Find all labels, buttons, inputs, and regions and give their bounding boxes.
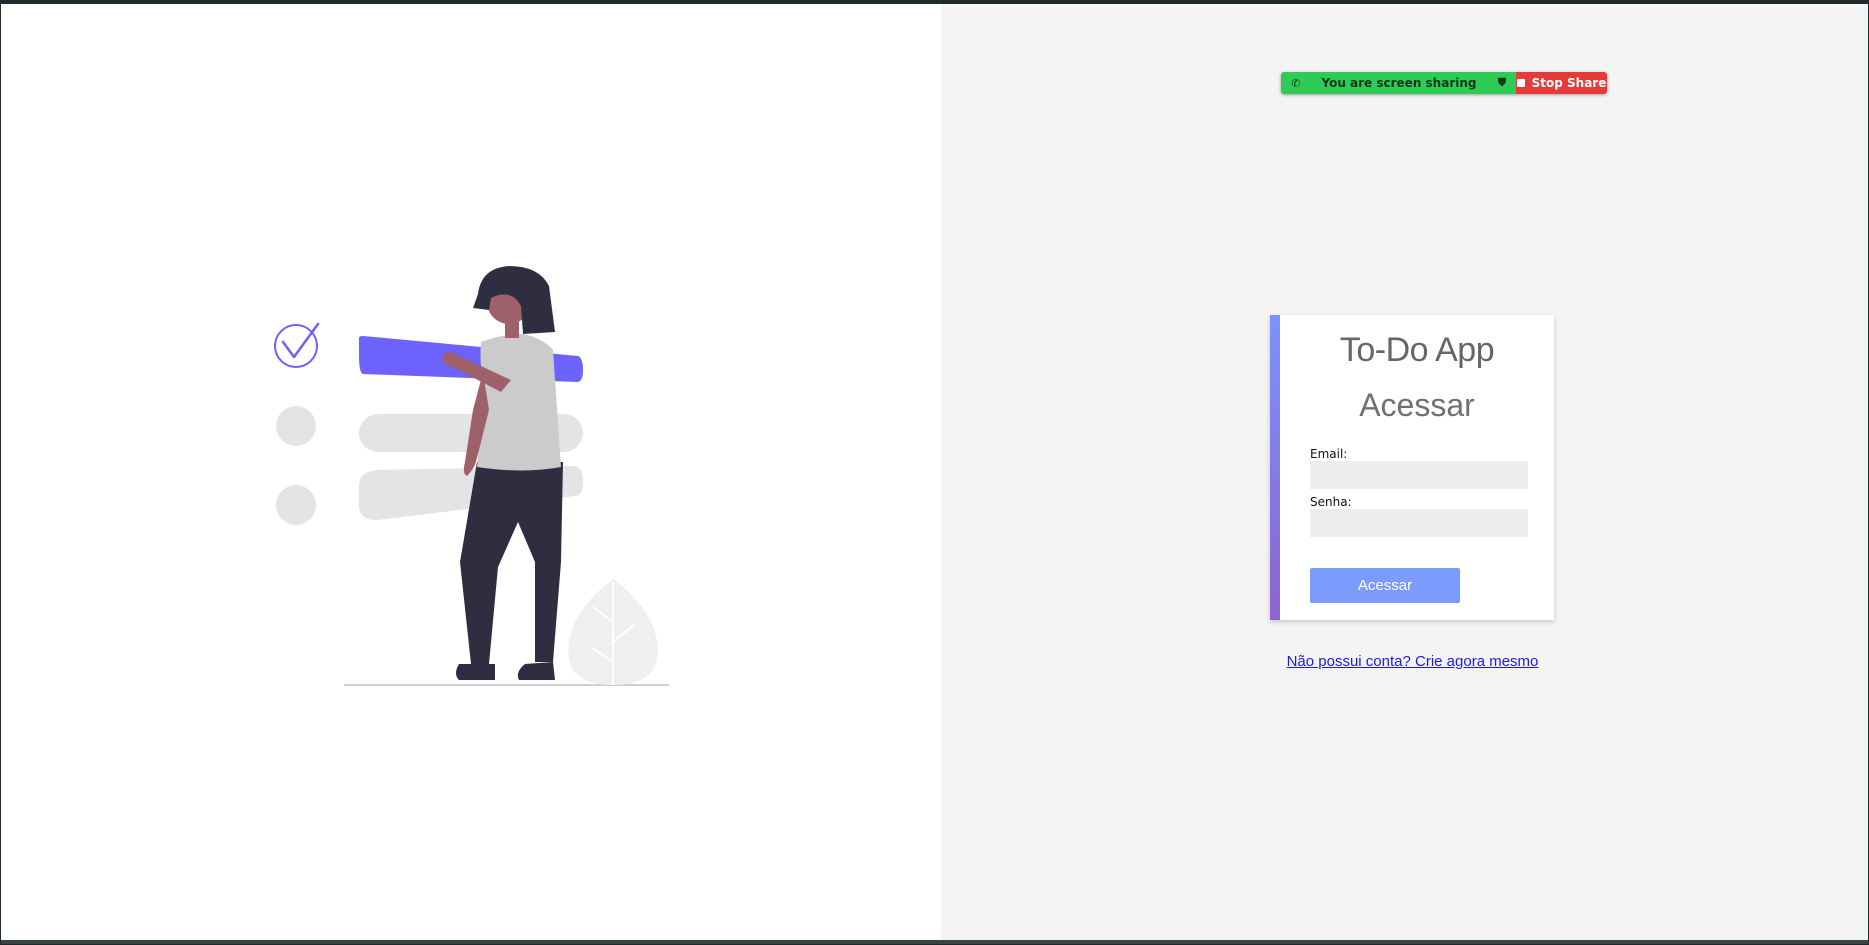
todo-illustration — [274, 266, 669, 686]
email-label: Email: — [1310, 447, 1348, 461]
share-status-text: You are screen sharing — [1321, 76, 1477, 90]
signup-link[interactable]: Não possui conta? Crie agora mesmo — [1285, 653, 1540, 670]
stop-share-label: Stop Share — [1531, 76, 1607, 90]
shield-icon: ⛊ — [1497, 76, 1507, 89]
share-status: ✆ You are screen sharing ⛊ — [1281, 72, 1516, 94]
screen-share-banner: ✆ You are screen sharing ⛊ Stop Share — [1281, 72, 1607, 94]
todo-circle-3 — [276, 485, 316, 525]
phone-icon: ✆ — [1291, 76, 1301, 90]
login-heading: Acessar — [1359, 387, 1475, 423]
login-button[interactable]: Acessar — [1310, 568, 1460, 603]
stop-share-button[interactable]: Stop Share — [1516, 72, 1607, 94]
todo-circle-2 — [276, 406, 316, 446]
plant — [568, 579, 658, 685]
card-accent-bar — [1270, 315, 1280, 620]
browser-viewport: ✆ You are screen sharing ⛊ Stop Share To… — [1, 4, 1868, 944]
stop-icon — [1516, 79, 1525, 87]
app-title: To-Do App — [1339, 331, 1495, 369]
illustration-pane — [1, 4, 941, 944]
email-field[interactable] — [1310, 461, 1528, 489]
login-card: To-Do App Acessar Email: Senha: Acessar — [1270, 315, 1554, 620]
bottom-strip — [1, 940, 1868, 944]
password-label: Senha: — [1310, 495, 1352, 509]
password-field[interactable] — [1310, 509, 1528, 537]
checkmark-circle-icon — [274, 322, 320, 368]
